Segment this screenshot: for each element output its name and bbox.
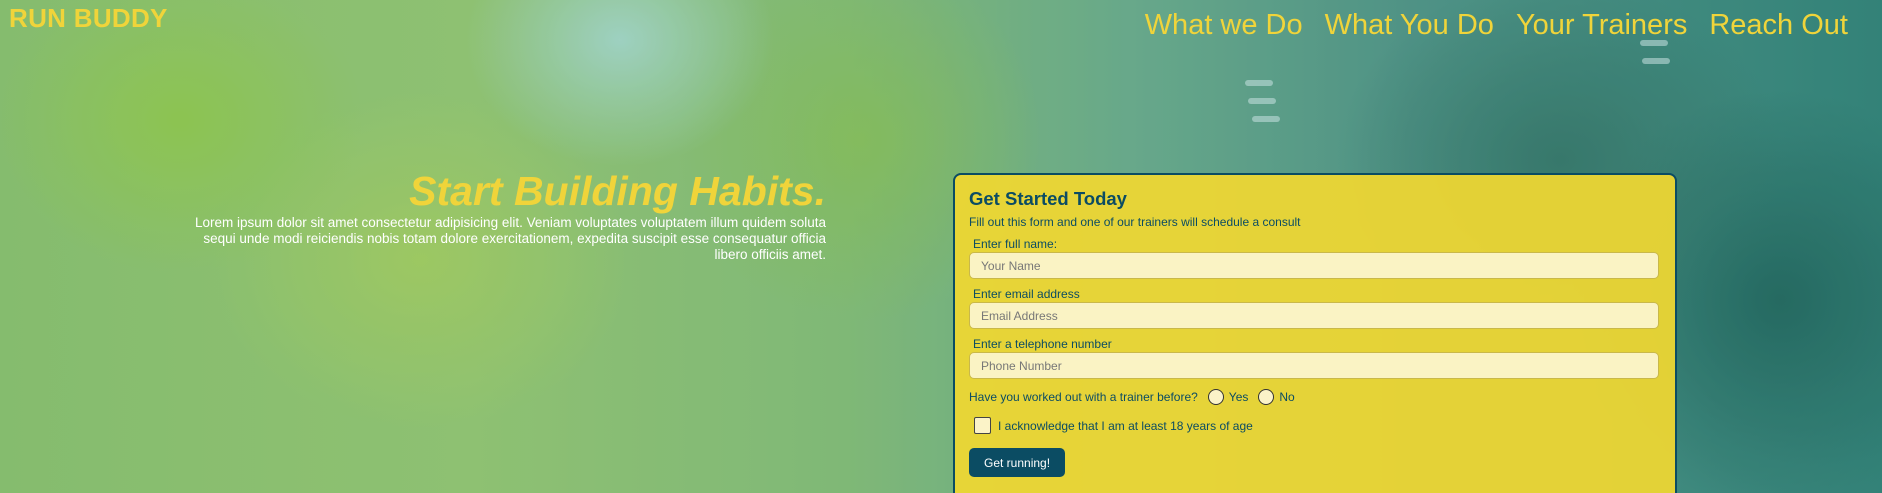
email-field-group: Enter email address: [969, 287, 1661, 329]
trainer-question-row: Have you worked out with a trainer befor…: [969, 389, 1661, 405]
form-title: Get Started Today: [969, 188, 1127, 209]
phone-label: Enter a telephone number: [973, 337, 1112, 351]
trainer-yes-radio[interactable]: [1207, 389, 1224, 405]
trainer-yes-label[interactable]: Yes: [1229, 390, 1249, 404]
arm-stripe-decoration: [1642, 58, 1670, 64]
name-label: Enter full name:: [973, 237, 1058, 251]
arm-stripe-decoration: [1252, 116, 1280, 122]
age-ack-row: I acknowledge that I am at least 18 year…: [974, 417, 1661, 434]
email-label: Enter email address: [973, 287, 1080, 301]
age-ack-label[interactable]: I acknowledge that I am at least 18 year…: [998, 419, 1253, 433]
nav-link-reach-out[interactable]: Reach Out: [1709, 9, 1848, 42]
main-nav: What we Do What You Do Your Trainers Rea…: [1145, 9, 1848, 42]
arm-stripe-decoration: [1245, 80, 1273, 86]
brand-logo[interactable]: RUN BUDDY: [9, 3, 168, 34]
name-field-group: Enter full name:: [969, 237, 1661, 279]
arm-stripe-decoration: [1248, 98, 1276, 104]
hero-body: Lorem ipsum dolor sit amet consectetur a…: [194, 215, 826, 262]
trainer-no-radio[interactable]: [1258, 389, 1275, 405]
name-input[interactable]: [969, 252, 1659, 279]
email-input[interactable]: [969, 302, 1659, 329]
trainer-question-label: Have you worked out with a trainer befor…: [969, 390, 1198, 404]
phone-field-group: Enter a telephone number: [969, 337, 1661, 379]
signup-form: Get Started Today Fill out this form and…: [953, 173, 1677, 493]
nav-link-what-we-do[interactable]: What we Do: [1145, 9, 1303, 42]
nav-link-your-trainers[interactable]: Your Trainers: [1516, 9, 1687, 42]
form-subtitle: Fill out this form and one of our traine…: [969, 215, 1301, 229]
phone-input[interactable]: [969, 352, 1659, 379]
nav-link-what-you-do[interactable]: What You Do: [1325, 9, 1494, 42]
submit-button[interactable]: Get running!: [969, 448, 1066, 477]
hero-title: Start Building Habits.: [409, 168, 826, 214]
trainer-no-label[interactable]: No: [1279, 390, 1294, 404]
age-ack-checkbox[interactable]: [974, 417, 991, 434]
hero-section: Start Building Habits. Lorem ipsum dolor…: [180, 168, 826, 263]
